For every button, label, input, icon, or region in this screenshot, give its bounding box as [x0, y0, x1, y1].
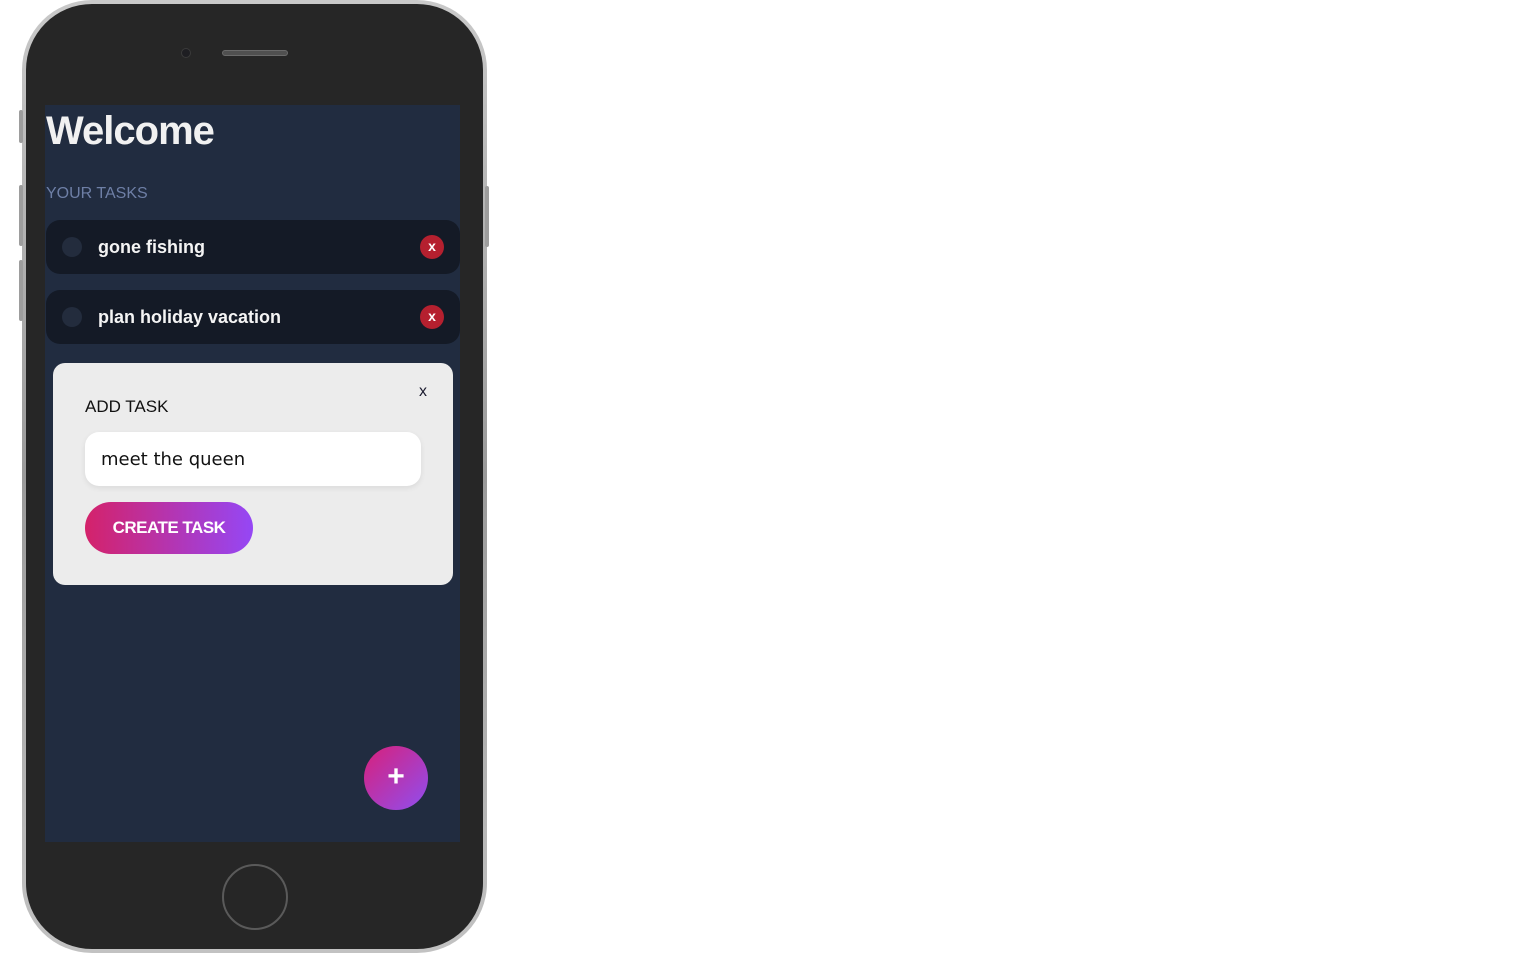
add-task-modal: x ADD TASK CREATE TASK: [53, 363, 453, 585]
task-item[interactable]: plan holiday vacation x: [46, 290, 460, 344]
power-button: [485, 186, 489, 247]
task-label: gone fishing: [98, 237, 205, 257]
circle-checkbox-icon[interactable]: [62, 307, 82, 327]
task-label: plan holiday vacation: [98, 307, 282, 327]
volume-up-button: [19, 185, 23, 246]
delete-task-button[interactable]: x: [420, 305, 444, 329]
modal-title: ADD TASK: [85, 397, 169, 416]
delete-task-button[interactable]: x: [420, 235, 444, 259]
add-task-fab[interactable]: +: [364, 746, 428, 810]
app-screen: Welcome YOUR TASKS gone fishing x plan h…: [45, 105, 460, 842]
plus-icon: +: [387, 760, 405, 793]
volume-down-button: [19, 260, 23, 321]
close-modal-button[interactable]: x: [419, 383, 427, 401]
task-name-input[interactable]: [85, 432, 421, 486]
mute-switch: [19, 110, 23, 143]
page-title: Welcome: [46, 109, 215, 153]
task-item[interactable]: gone fishing x: [46, 220, 460, 274]
home-button[interactable]: [222, 864, 288, 930]
front-camera: [181, 48, 191, 58]
create-task-button[interactable]: CREATE TASK: [85, 502, 253, 554]
earpiece-speaker: [222, 50, 288, 56]
circle-checkbox-icon[interactable]: [62, 237, 82, 257]
section-label: YOUR TASKS: [46, 185, 148, 202]
